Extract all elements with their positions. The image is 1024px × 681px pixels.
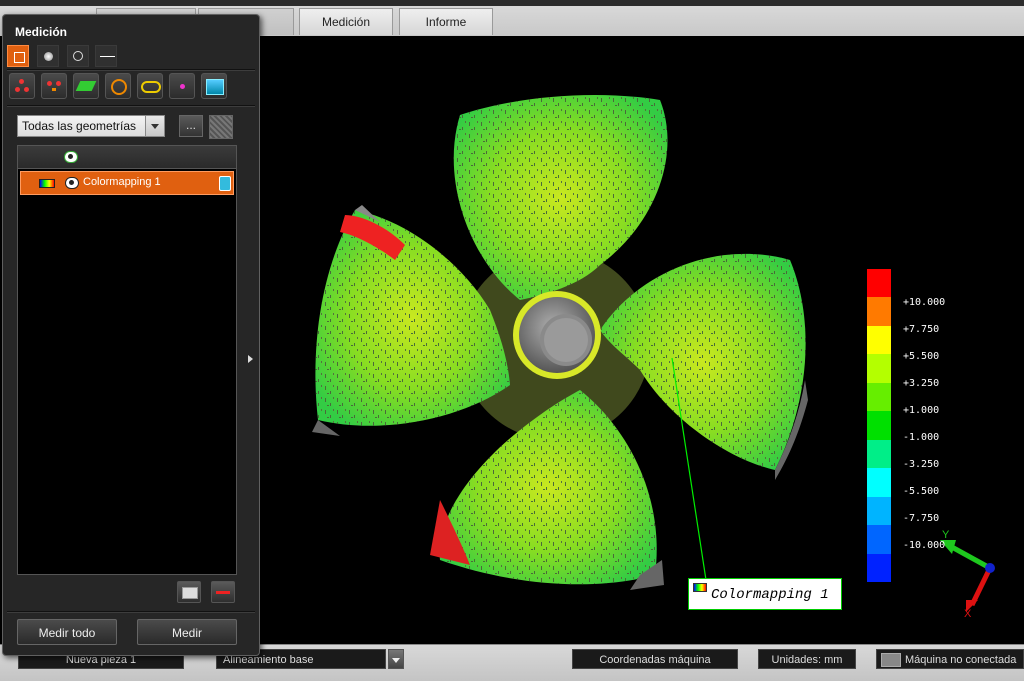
delete-button[interactable] (211, 581, 235, 603)
measure-button[interactable]: Medir (137, 619, 237, 645)
chevron-down-icon (392, 658, 400, 663)
legend-color-band (867, 468, 891, 498)
feature-points-button[interactable] (9, 73, 35, 99)
legend-tick: -5.500 (903, 486, 940, 497)
axis-triad (940, 540, 995, 612)
legend-color-band (867, 553, 891, 583)
visibility-eye-icon[interactable] (64, 151, 78, 163)
legend-color-band (867, 439, 891, 469)
geometry-filter-value: Todas las geometrías (22, 119, 137, 133)
sphere-icon (44, 52, 53, 61)
legend-color-band (867, 382, 891, 412)
circle-icon (111, 79, 127, 95)
legend-tick: +5.500 (903, 351, 940, 362)
point-pair-icon (47, 81, 61, 91)
legend-color-band (867, 325, 891, 355)
machine-status-field[interactable]: Máquina no conectada (876, 649, 1024, 669)
feature-plane-button[interactable] (73, 73, 99, 99)
toolbar-cube-button[interactable] (7, 45, 29, 67)
folder-icon (182, 587, 198, 599)
legend-color-band (867, 269, 891, 298)
coordinates-system-field[interactable]: Coordenadas máquina (572, 649, 738, 669)
axis-x-label: X (964, 608, 972, 620)
slot-icon (141, 81, 161, 93)
feature-single-point-button[interactable] (169, 73, 195, 99)
list-item[interactable]: Colormapping 1 (20, 171, 234, 195)
legend-tick: -3.250 (903, 459, 940, 470)
pattern-toggle-button[interactable] (209, 115, 233, 139)
blade-bottom (430, 390, 664, 590)
legend-color-band (867, 354, 891, 384)
callout-label: Colormapping 1 (711, 587, 829, 603)
colormapping-callout[interactable]: Colormapping 1 (688, 578, 842, 610)
toolbar-distance-button[interactable] (95, 45, 117, 67)
legend-tick: +10.000 (903, 297, 946, 308)
plane-icon (75, 81, 97, 91)
chevron-down-icon[interactable] (145, 116, 164, 136)
panel-title: Medición (15, 25, 68, 39)
points-icon (15, 79, 29, 93)
toolbar-shapes-button[interactable] (67, 45, 89, 67)
shapes-icon (73, 51, 83, 61)
colormap-icon (693, 583, 707, 592)
units-field[interactable]: Unidades: mm (758, 649, 856, 669)
item-status-icon[interactable] (219, 176, 231, 191)
measure-all-button[interactable]: Medir todo (17, 619, 117, 645)
feature-slot-button[interactable] (137, 73, 163, 99)
cube-icon (14, 52, 25, 63)
legend-tick: +7.750 (903, 324, 940, 335)
legend-color-band (867, 297, 891, 327)
collapse-panel-arrow-icon[interactable] (248, 355, 253, 363)
more-options-button[interactable]: ... (179, 115, 203, 137)
feature-circle-button[interactable] (105, 73, 131, 99)
visibility-eye-icon[interactable] (65, 177, 79, 189)
blade-top (453, 95, 668, 300)
colormap-icon (39, 179, 55, 188)
legend-tick: -1.000 (903, 432, 940, 443)
top-dark-strip (0, 0, 1024, 6)
color-scale-legend (867, 269, 891, 583)
geometry-filter-select[interactable]: Todas las geometrías (17, 115, 165, 137)
alignment-dropdown-button[interactable] (388, 649, 404, 669)
remove-icon (216, 591, 230, 594)
geometry-list[interactable]: Colormapping 1 (17, 145, 237, 575)
feature-point-pair-button[interactable] (41, 73, 67, 99)
machine-status-text: Máquina no conectada (905, 654, 1017, 666)
divider (7, 69, 255, 71)
measurement-panel: Medición Todas las geometrías ... Colorm… (2, 14, 260, 656)
legend-color-band (867, 496, 891, 526)
tab-medicion[interactable]: Medición (299, 8, 393, 35)
feature-surface-button[interactable] (201, 73, 227, 99)
open-folder-button[interactable] (177, 581, 201, 603)
legend-tick: +1.000 (903, 405, 940, 416)
axis-y-label: Y (942, 529, 950, 541)
list-header (18, 146, 236, 169)
divider (7, 611, 255, 613)
propeller-hub (513, 291, 601, 379)
legend-tick: -10.000 (903, 540, 946, 551)
legend-color-band (867, 411, 891, 441)
list-item-label: Colormapping 1 (83, 176, 161, 188)
single-point-icon (180, 84, 185, 89)
toolbar-sphere-button[interactable] (37, 45, 59, 67)
tab-informe[interactable]: Informe (399, 8, 493, 35)
surface-icon (206, 79, 224, 95)
distance-icon (100, 56, 115, 57)
legend-tick: +3.250 (903, 378, 940, 389)
divider (7, 105, 255, 107)
legend-color-band (867, 525, 891, 555)
legend-tick: -7.750 (903, 513, 940, 524)
machine-disconnected-icon (881, 653, 901, 667)
